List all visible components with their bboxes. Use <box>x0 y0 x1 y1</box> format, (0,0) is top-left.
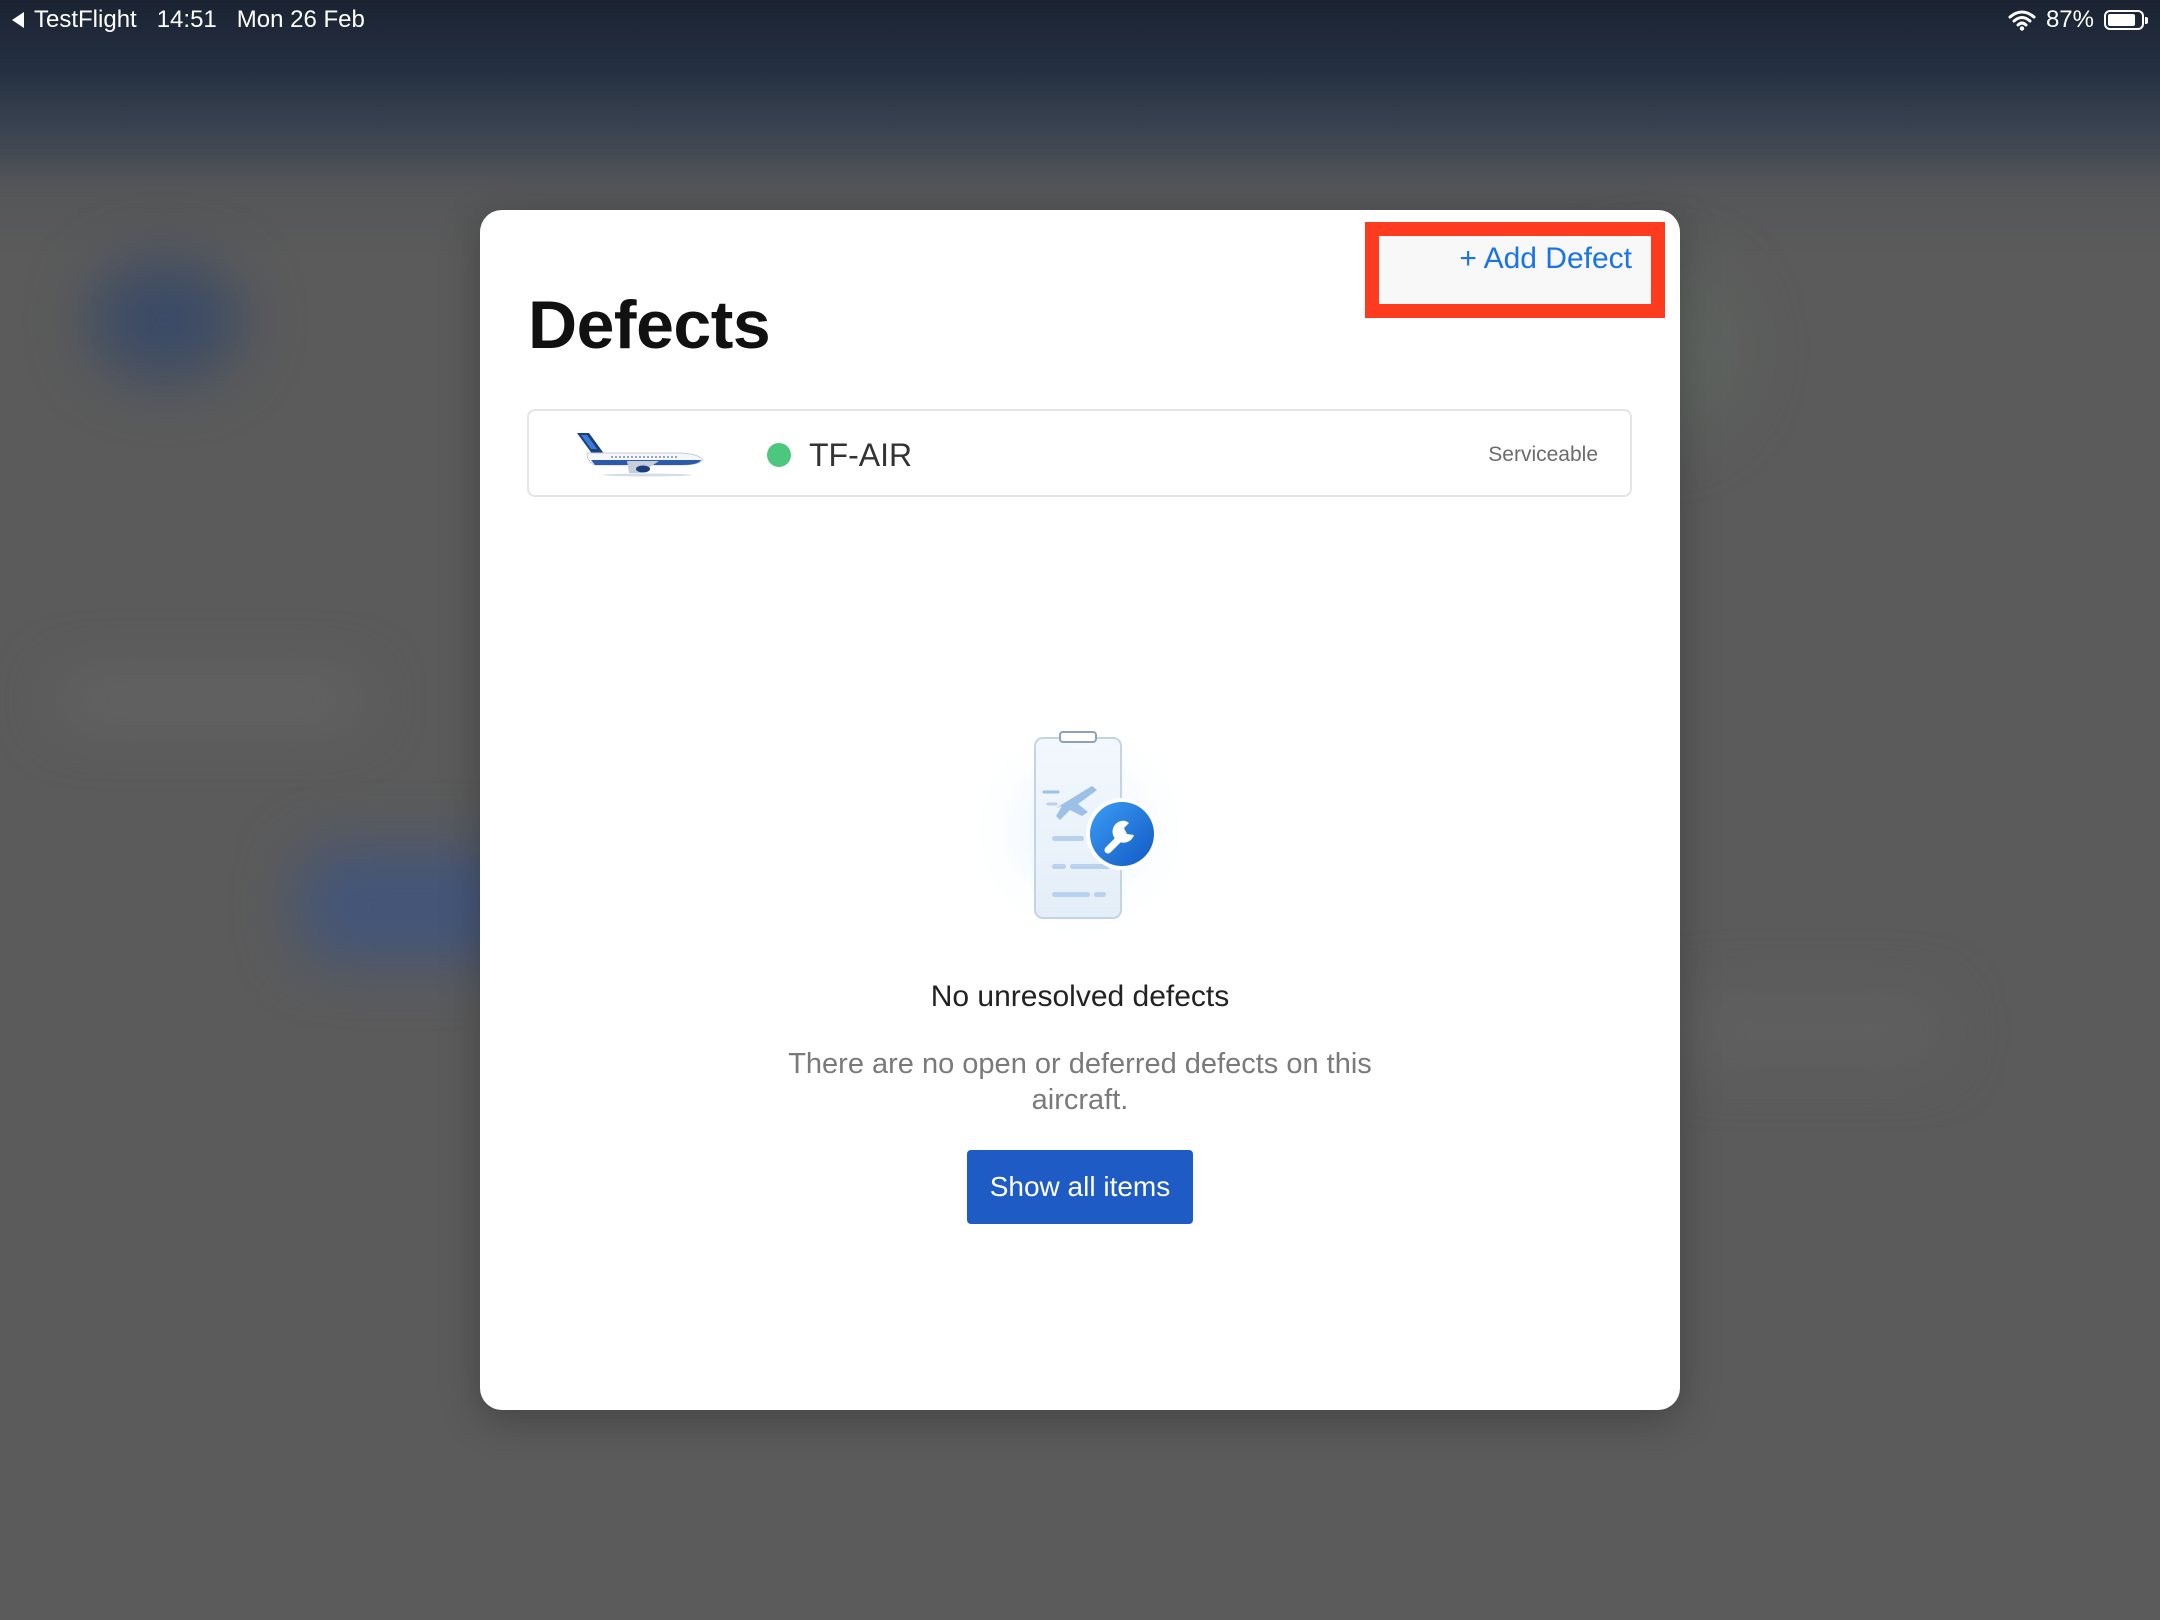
empty-state-description: There are no open or deferred defects on… <box>788 1048 1372 1116</box>
battery-icon <box>2104 10 2148 30</box>
back-to-app[interactable]: TestFlight 14:51 Mon 26 Feb <box>12 6 385 34</box>
background-blur <box>90 260 240 380</box>
back-app-label: TestFlight <box>34 6 137 33</box>
wifi-icon <box>2008 10 2036 31</box>
back-icon <box>12 12 24 28</box>
status-right: 87% <box>2008 6 2148 34</box>
status-indicator-dot <box>767 443 791 467</box>
battery-percent: 87% <box>2045 6 2094 33</box>
aircraft-thumbnail <box>577 433 704 477</box>
show-all-items-button[interactable]: Show all items <box>967 1150 1193 1224</box>
background-blur <box>1680 1000 1940 1060</box>
background-blur <box>60 680 360 720</box>
clipboard-wrench-illustration <box>962 712 1198 948</box>
status-time: 14:51 <box>156 6 217 33</box>
battery-cap <box>2145 17 2148 24</box>
defects-modal: Defects + Add Defect TF-AIR Serviceable <box>480 210 1680 1410</box>
aircraft-registration: TF-AIR <box>809 437 913 473</box>
page-title: Defects <box>528 287 771 363</box>
aircraft-status-label: Serviceable <box>1488 443 1598 466</box>
status-bar: TestFlight 14:51 Mon 26 Feb 87% <box>0 0 2160 40</box>
empty-state-title: No unresolved defects <box>930 980 1230 1013</box>
status-date: Mon 26 Feb <box>236 6 365 33</box>
add-defect-button[interactable]: + Add Defect <box>1459 242 1632 276</box>
aircraft-row[interactable]: TF-AIR Serviceable <box>527 409 1632 497</box>
battery-fill <box>2108 14 2136 26</box>
